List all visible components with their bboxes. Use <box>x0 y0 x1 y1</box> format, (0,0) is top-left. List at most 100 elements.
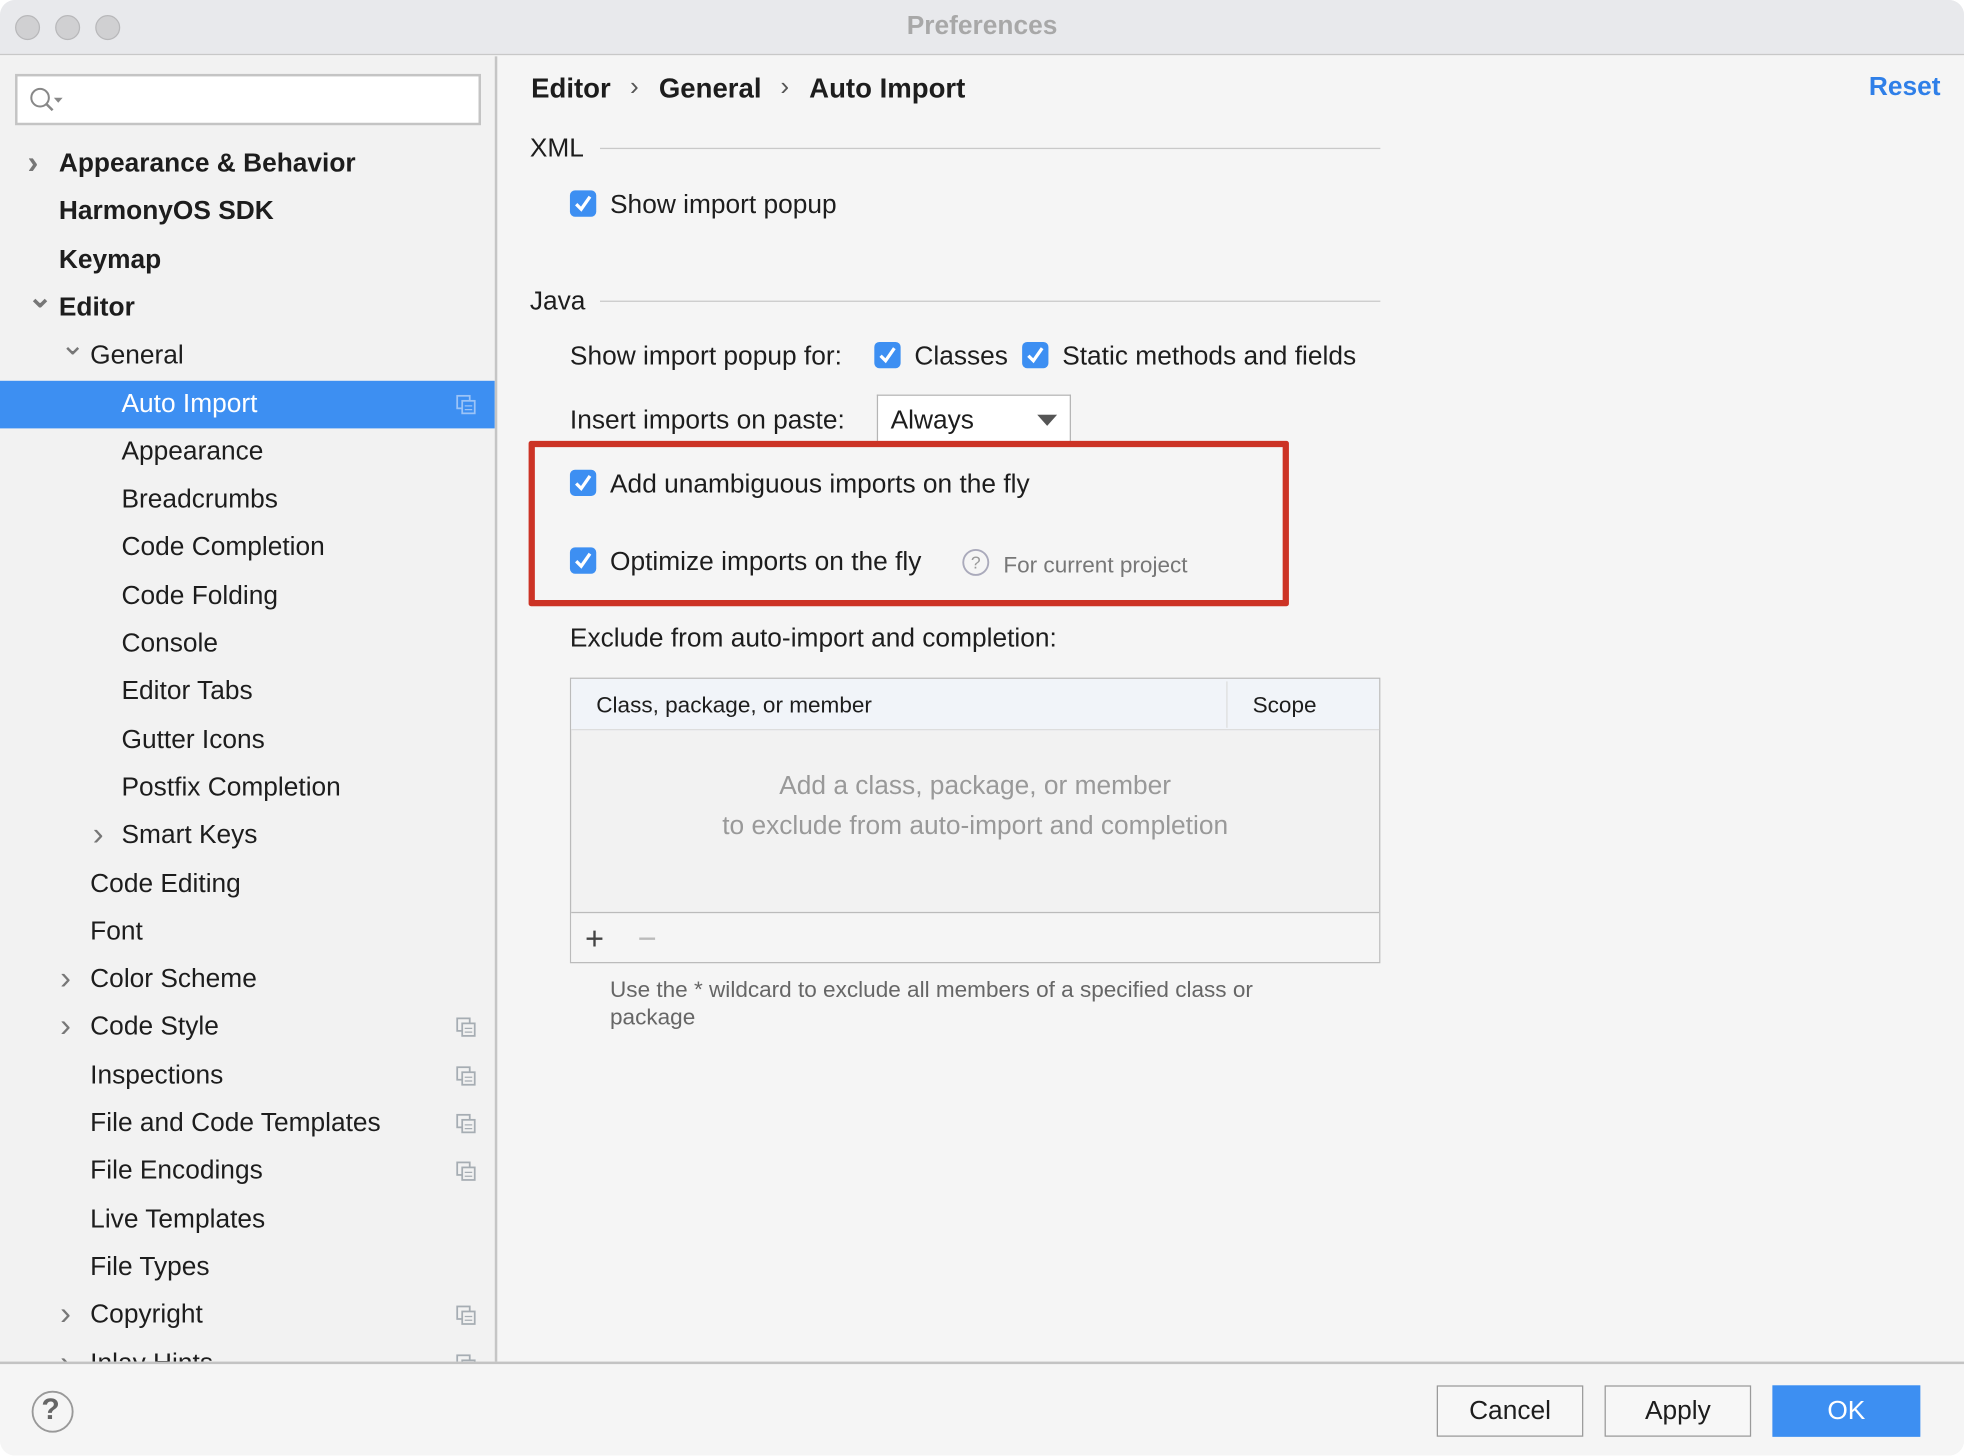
project-scope-icon <box>456 394 476 414</box>
sidebar-item-label: Code Folding <box>121 580 278 610</box>
optimize-hint: For current project <box>1003 552 1188 578</box>
checkmark-icon <box>1027 347 1044 364</box>
chevron-right-icon[interactable]: › <box>60 953 71 1001</box>
project-scope-icon <box>456 1161 476 1182</box>
search-input[interactable] <box>15 73 481 126</box>
sidebar-item-label: Font <box>90 916 143 946</box>
sidebar-item-auto-import[interactable]: Auto Import <box>0 380 495 428</box>
sidebar-item-gutter-icons[interactable]: Gutter Icons <box>0 716 495 764</box>
show-import-popup-label: Show import popup <box>610 190 837 220</box>
sidebar-item-inspections[interactable]: Inspections <box>0 1052 495 1100</box>
chevron-right-icon[interactable]: › <box>93 809 104 857</box>
sidebar-item-breadcrumbs[interactable]: Breadcrumbs <box>0 476 495 524</box>
insert-on-paste-dropdown[interactable]: Always <box>876 394 1071 445</box>
ok-button[interactable]: OK <box>1772 1385 1921 1437</box>
wildcard-note: Use the * wildcard to exclude all member… <box>610 977 1253 1030</box>
sidebar-item-keymap[interactable]: Keymap <box>0 236 495 284</box>
table-toolbar: + − <box>571 911 1380 962</box>
classes-label: Classes <box>914 341 1008 371</box>
show-popup-for-label: Show import popup for: <box>569 341 842 371</box>
sidebar-item-label: Code Editing <box>90 868 241 898</box>
checkmark-icon <box>879 347 896 364</box>
sidebar-item-code-style[interactable]: › Code Style <box>0 1004 495 1052</box>
sidebar-item-label: Auto Import <box>121 388 258 418</box>
sidebar-item-postfix-completion[interactable]: Postfix Completion <box>0 764 495 812</box>
sidebar-item-label: File and Code Templates <box>90 1108 381 1138</box>
sidebar-item-color-scheme[interactable]: › Color Scheme <box>0 956 495 1004</box>
sidebar-item-label: Editor Tabs <box>121 676 253 706</box>
project-scope-icon <box>456 1017 476 1038</box>
sidebar-item-console[interactable]: Console <box>0 620 495 668</box>
chevron-down-icon <box>1037 414 1058 426</box>
sidebar-item-label: Appearance & Behavior <box>58 149 356 178</box>
help-icon: ? <box>41 1392 60 1427</box>
sidebar-item-smart-keys[interactable]: › Smart Keys <box>0 812 495 860</box>
chevron-right-icon[interactable]: › <box>60 1337 71 1361</box>
reset-link[interactable]: Reset <box>1869 73 1941 103</box>
sidebar-item-label: Code Style <box>90 1012 219 1042</box>
breadcrumb-general[interactable]: General <box>659 73 762 106</box>
add-unambiguous-checkbox[interactable] <box>569 469 597 497</box>
sidebar-item-label: Inlay Hints <box>90 1340 213 1361</box>
optimize-imports-checkbox[interactable] <box>569 547 597 574</box>
sidebar-item-harmonyos-sdk[interactable]: HarmonyOS SDK <box>0 188 495 236</box>
help-icon[interactable]: ? <box>961 547 991 577</box>
empty-line-1: Add a class, package, or member <box>779 771 1172 801</box>
add-unambiguous-label: Add unambiguous imports on the fly <box>610 469 1030 499</box>
checkmark-icon <box>575 552 592 569</box>
breadcrumb-editor[interactable]: Editor <box>531 73 611 106</box>
sidebar-item-label: Code Completion <box>121 532 325 562</box>
sidebar-item-file-types[interactable]: File Types <box>0 1244 495 1292</box>
section-java: Java <box>529 286 586 316</box>
sidebar-item-code-completion[interactable]: Code Completion <box>0 524 495 572</box>
divider <box>599 147 1381 150</box>
add-icon[interactable]: + <box>585 919 604 958</box>
chevron-down-icon[interactable]: ⌄ <box>60 322 85 370</box>
project-scope-icon <box>456 1305 476 1326</box>
empty-table-text: Add a class, package, or member to exclu… <box>571 767 1379 847</box>
checkmark-icon <box>575 475 592 492</box>
column-divider <box>1226 681 1228 728</box>
title-bar: Preferences <box>0 0 1964 56</box>
settings-panel: Editor › General › Auto Import Reset XML… <box>500 56 1964 1361</box>
remove-icon[interactable]: − <box>638 919 657 958</box>
cancel-button[interactable]: Cancel <box>1436 1385 1584 1437</box>
sidebar-item-appearance-behavior[interactable]: › Appearance & Behavior <box>0 140 495 188</box>
section-xml: XML <box>529 134 584 163</box>
sidebar-item-appearance[interactable]: Appearance <box>0 428 495 476</box>
sidebar-item-editor-tabs[interactable]: Editor Tabs <box>0 668 495 716</box>
sidebar-item-label: Smart Keys <box>121 820 258 850</box>
sidebar-item-label: Copyright <box>90 1300 203 1330</box>
sidebar-item-copyright[interactable]: › Copyright <box>0 1292 495 1340</box>
sidebar-item-code-folding[interactable]: Code Folding <box>0 572 495 620</box>
chevron-right-icon[interactable]: › <box>60 1001 71 1049</box>
classes-checkbox[interactable] <box>874 341 901 369</box>
sidebar-item-label: Console <box>121 628 219 658</box>
table-header: Class, package, or member Scope <box>571 678 1380 731</box>
sidebar-item-label: Appearance <box>121 436 264 466</box>
preferences-window: Preferences › Appearance & Behavior Harmon… <box>0 0 1964 1456</box>
sidebar-item-inlay-hints[interactable]: › Inlay Hints <box>0 1340 495 1362</box>
chevron-right-icon[interactable]: › <box>28 138 39 186</box>
apply-button[interactable]: Apply <box>1604 1385 1752 1437</box>
chevron-down-icon[interactable]: ⌄ <box>28 274 53 322</box>
sidebar-item-file-and-code-templates[interactable]: File and Code Templates <box>0 1100 495 1148</box>
sidebar-item-file-encodings[interactable]: File Encodings <box>0 1148 495 1196</box>
optimize-imports-label: Optimize imports on the fly <box>610 547 922 577</box>
sidebar-item-live-templates[interactable]: Live Templates <box>0 1196 495 1244</box>
footer: ? Cancel Apply OK <box>0 1361 1964 1456</box>
exclude-table: Class, package, or member Scope Add a cl… <box>569 677 1381 964</box>
static-methods-checkbox[interactable] <box>1022 341 1049 369</box>
show-import-popup-checkbox[interactable] <box>569 190 597 217</box>
column-header-class[interactable]: Class, package, or member <box>596 693 872 719</box>
column-header-scope[interactable]: Scope <box>1253 693 1317 719</box>
sidebar-item-label: Keymap <box>58 245 162 274</box>
sidebar-item-font[interactable]: Font <box>0 908 495 956</box>
sidebar-item-general[interactable]: ⌄ General <box>0 328 495 380</box>
sidebar-item-code-editing[interactable]: Code Editing <box>0 860 495 908</box>
dropdown-value: Always <box>890 405 974 435</box>
chevron-right-icon[interactable]: › <box>60 1289 71 1337</box>
sidebar: › Appearance & Behavior HarmonyOS SDK Keyma… <box>0 56 498 1362</box>
empty-line-2: to exclude from auto-import and completi… <box>722 811 1229 841</box>
sidebar-item-label: HarmonyOS SDK <box>58 197 274 226</box>
